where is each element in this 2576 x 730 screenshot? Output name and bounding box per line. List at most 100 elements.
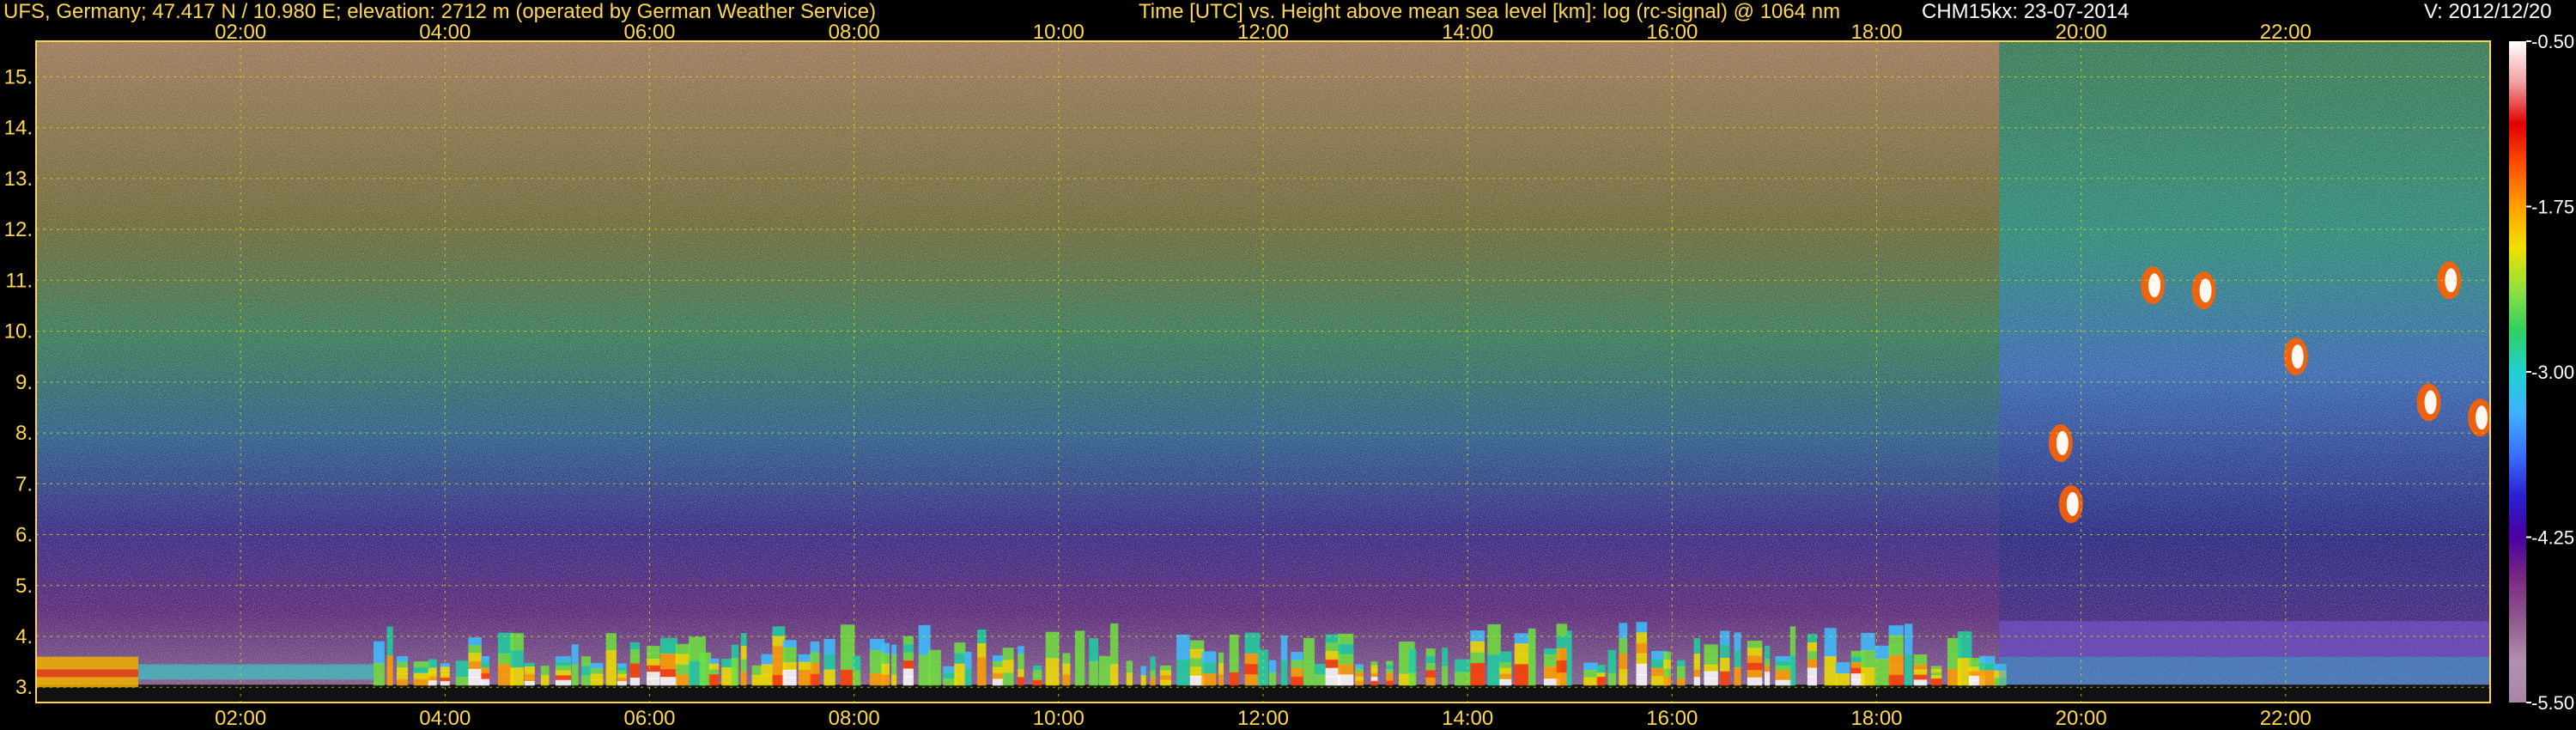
convective-plume xyxy=(1098,655,1111,672)
convective-plume xyxy=(1677,660,1686,667)
convective-plume xyxy=(954,642,966,654)
convective-plume xyxy=(1764,665,1771,673)
convective-plume xyxy=(396,672,408,680)
convective-plume xyxy=(455,660,469,670)
convective-plume xyxy=(1807,642,1818,652)
convective-plume xyxy=(1693,677,1700,686)
convective-plume xyxy=(675,643,690,655)
convective-plume xyxy=(605,633,617,652)
convective-plume xyxy=(1442,666,1449,686)
convective-plume xyxy=(1596,680,1606,686)
convective-plume xyxy=(1835,661,1850,675)
convective-plume xyxy=(1747,648,1763,657)
convective-plume xyxy=(1747,655,1763,664)
convective-plume xyxy=(798,661,812,671)
convective-plume xyxy=(510,667,524,686)
convective-plume xyxy=(881,653,890,665)
y-tick-label: 15. xyxy=(4,65,33,88)
convective-plume xyxy=(1528,647,1536,667)
convective-plume xyxy=(1045,631,1060,660)
convective-plume xyxy=(902,676,914,686)
x-tick-label-top: 16:00 xyxy=(1646,21,1698,44)
x-tick-label-top: 04:00 xyxy=(419,21,471,44)
convective-plume xyxy=(964,651,972,670)
convective-plume xyxy=(540,666,550,677)
convective-plume xyxy=(977,671,987,686)
convective-plume xyxy=(977,629,987,645)
convective-plume xyxy=(1126,672,1133,686)
x-tick-label-top: 14:00 xyxy=(1442,21,1493,44)
convective-plume xyxy=(1888,674,1904,686)
convective-plume xyxy=(1325,634,1340,644)
convective-plume xyxy=(731,671,739,686)
convective-plume xyxy=(810,673,820,686)
convective-plume xyxy=(1913,674,1928,681)
convective-plume xyxy=(468,677,482,686)
convective-plume xyxy=(708,663,720,670)
convective-plume xyxy=(675,654,690,666)
convective-plume xyxy=(396,656,408,663)
convective-plume xyxy=(1244,664,1261,676)
convective-plume xyxy=(891,654,897,666)
convective-plume xyxy=(1528,628,1536,648)
convective-plume xyxy=(1150,670,1156,679)
convective-plume xyxy=(1218,673,1224,686)
convective-plume xyxy=(977,643,987,659)
convective-plume xyxy=(1325,667,1340,678)
convective-plume xyxy=(782,640,797,648)
convective-plume xyxy=(580,675,591,686)
convective-plume xyxy=(1514,664,1529,676)
convective-plume xyxy=(798,669,812,678)
convective-plume xyxy=(629,663,641,672)
convective-plume xyxy=(1514,674,1529,686)
convective-plume xyxy=(1140,675,1146,686)
convective-plume xyxy=(1720,671,1730,686)
convective-plume xyxy=(1338,664,1354,676)
colorbar-scale xyxy=(2509,41,2526,703)
convective-plume xyxy=(992,672,1004,680)
convective-plume xyxy=(1704,651,1718,659)
convective-plume xyxy=(555,679,572,686)
convective-plume xyxy=(810,663,820,675)
convective-plume xyxy=(1978,655,1996,665)
convective-plume xyxy=(396,678,408,686)
convective-plume xyxy=(1693,661,1700,671)
convective-plume xyxy=(1408,648,1417,662)
convective-plume xyxy=(571,644,579,666)
convective-plume xyxy=(782,662,797,671)
y-tick-label: 14. xyxy=(4,117,33,140)
convective-plume xyxy=(1408,672,1417,686)
convective-plume xyxy=(1002,660,1014,673)
convective-plume xyxy=(524,681,535,686)
convective-plume xyxy=(1764,659,1771,666)
x-tick-label-top: 22:00 xyxy=(2260,21,2312,44)
convective-plume xyxy=(1018,677,1024,686)
convective-plume xyxy=(992,655,1004,662)
convective-plume xyxy=(1201,651,1217,664)
convective-plume xyxy=(1583,662,1598,672)
convective-plume xyxy=(1218,652,1224,665)
convective-plume xyxy=(1229,672,1239,686)
convective-plume xyxy=(1355,680,1364,686)
convective-plume xyxy=(1257,666,1268,686)
convective-plume xyxy=(1583,670,1598,678)
convective-plume xyxy=(1089,637,1099,663)
convective-plume xyxy=(1074,657,1085,686)
convective-plume xyxy=(881,642,890,654)
convective-plume xyxy=(1470,673,1485,686)
convective-plume xyxy=(823,654,835,671)
x-tick-label-top: 06:00 xyxy=(623,21,675,44)
convective-plume xyxy=(413,661,431,668)
convective-plume xyxy=(1807,650,1818,660)
convective-plume xyxy=(510,650,524,669)
convective-plume xyxy=(1904,654,1913,686)
convective-plume xyxy=(1824,656,1837,686)
convective-plume xyxy=(1074,630,1085,659)
convective-plume xyxy=(881,674,890,686)
cirrus-core xyxy=(2424,390,2437,415)
convective-plume xyxy=(1018,661,1024,671)
convective-plume xyxy=(740,633,747,648)
convective-plume xyxy=(1677,678,1686,686)
cirrus-core xyxy=(2056,430,2069,455)
convective-plume xyxy=(1978,663,1996,672)
